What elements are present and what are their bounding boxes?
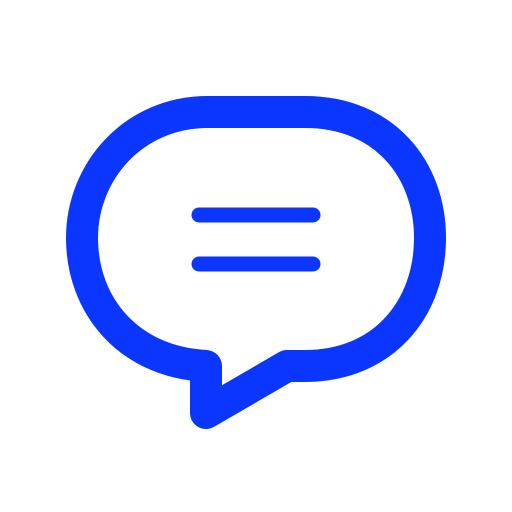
- chat-bubble-icon: [66, 96, 446, 429]
- icon-canvas: [0, 0, 512, 512]
